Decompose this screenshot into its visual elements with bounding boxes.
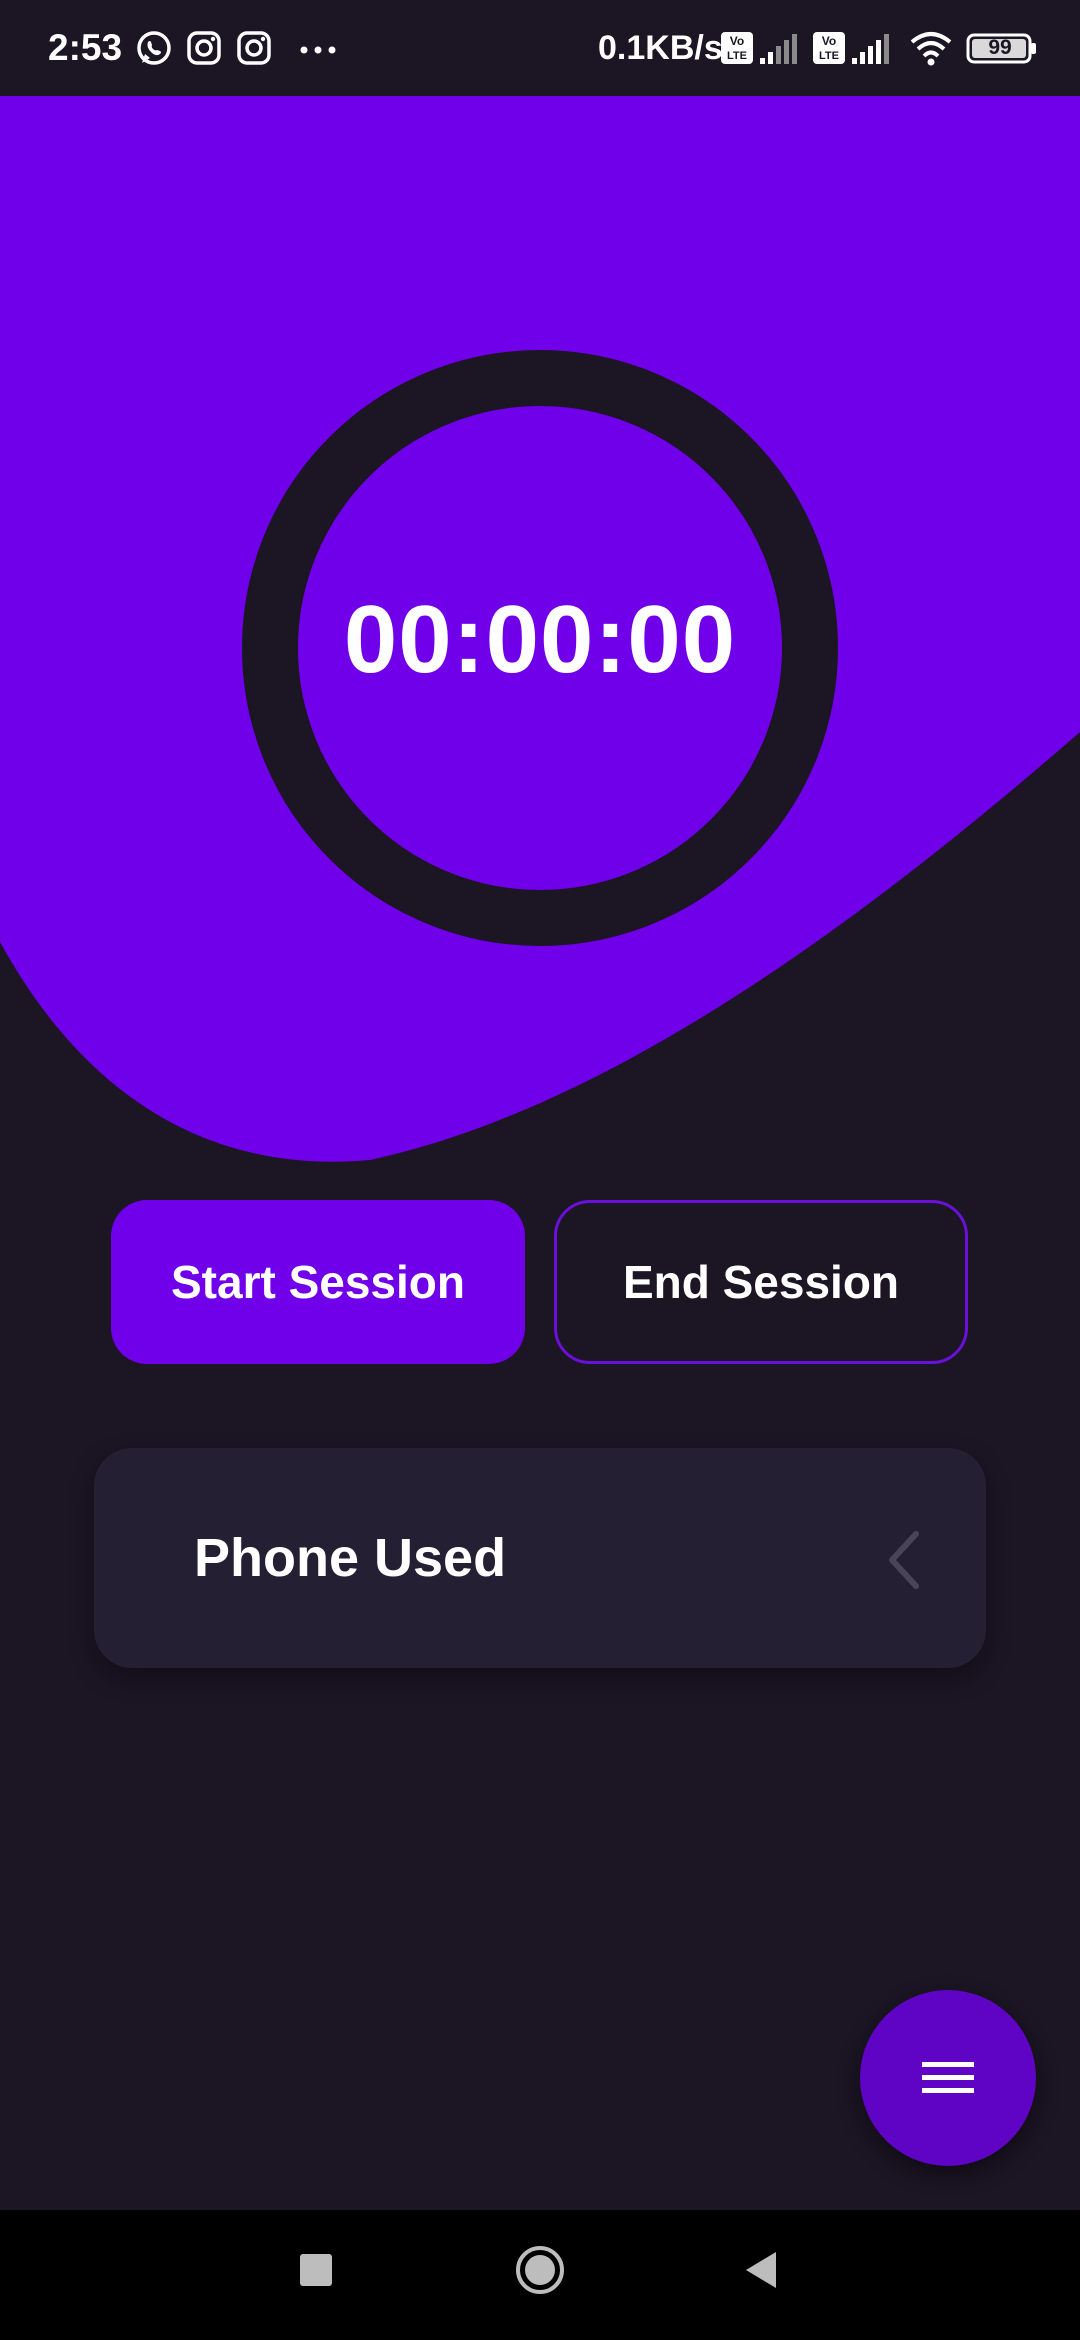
volte-badge-icon: Vo LTE: [721, 32, 753, 64]
start-session-button[interactable]: Start Session: [111, 1200, 525, 1364]
timer-display: 00:00:00: [343, 586, 737, 693]
home-circle-icon[interactable]: [514, 2244, 566, 2296]
back-triangle-icon[interactable]: [740, 2248, 784, 2292]
recents-square-icon[interactable]: [296, 2250, 336, 2290]
start-session-label: Start Session: [171, 1256, 465, 1308]
battery-level: 99: [988, 36, 1012, 59]
more-dots-icon: [300, 46, 336, 54]
wifi-icon: [910, 32, 952, 66]
signal-icon: [852, 34, 889, 64]
svg-text:Vo: Vo: [730, 34, 744, 48]
status-time: 2:53: [48, 27, 123, 68]
end-session-label: End Session: [622, 1256, 900, 1308]
menu-fab-button[interactable]: [860, 1990, 1036, 2166]
whatsapp-icon: [137, 31, 171, 65]
chevron-left-icon[interactable]: [884, 1530, 924, 1590]
menu-icon: [922, 2062, 974, 2093]
volte-badge-icon: Vo LTE: [813, 32, 845, 64]
end-session-button[interactable]: End Session: [554, 1200, 968, 1364]
svg-text:LTE: LTE: [819, 50, 839, 62]
svg-text:Vo: Vo: [822, 34, 836, 48]
phone-used-label: Phone Used: [194, 1528, 507, 1588]
instagram-icon: [237, 31, 271, 65]
signal-icon: [760, 34, 797, 64]
status-bar: 2:53 0.1KB/s Vo LTE Vo LTE 99: [0, 0, 1080, 96]
network-speed: 0.1KB/s: [598, 29, 723, 67]
phone-used-card[interactable]: Phone Used: [94, 1448, 986, 1668]
instagram-icon: [187, 31, 221, 65]
system-nav-bar: [0, 2210, 1080, 2340]
svg-text:LTE: LTE: [727, 50, 747, 62]
